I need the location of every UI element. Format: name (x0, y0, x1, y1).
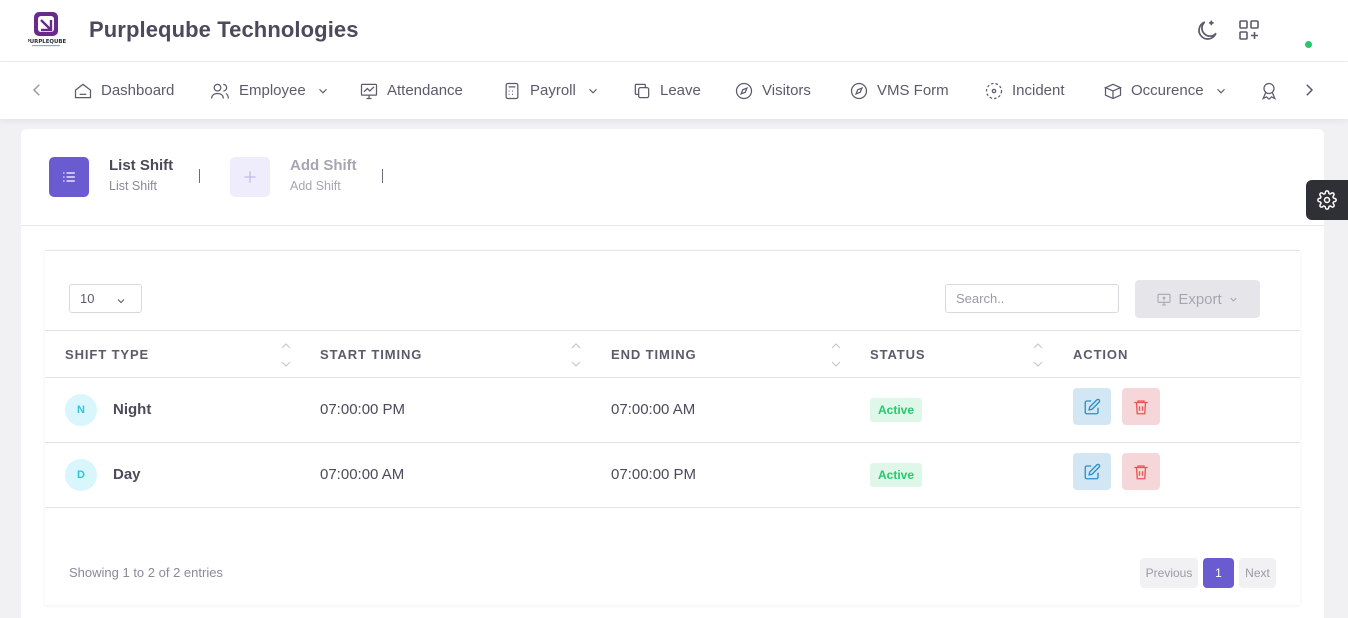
tab-divider (199, 169, 200, 183)
table-info: Showing 1 to 2 of 2 entries (69, 565, 223, 580)
export-icon (1157, 293, 1171, 306)
shift-table-card: 10 Export SHIFT TYPE START TIMING END TI… (45, 250, 1300, 605)
calculator-icon (505, 82, 519, 99)
pagination-previous[interactable]: Previous (1140, 558, 1198, 588)
nav-label: Incident (1012, 82, 1065, 99)
chevron-down-icon (1230, 297, 1237, 302)
trash-icon (1134, 464, 1148, 479)
sort-icon[interactable] (831, 343, 841, 367)
status-badge: Active (870, 463, 923, 487)
top-header: PURPLEQUBE Purpleqube Technologies (0, 0, 1348, 62)
edit-button[interactable] (1073, 388, 1111, 425)
start-timing-cell: 07:00:00 PM (320, 401, 406, 418)
list-icon (63, 172, 75, 182)
edit-icon (1084, 463, 1101, 479)
copy-icon (634, 83, 650, 98)
nav-label: Attendance (387, 82, 463, 99)
delete-button[interactable] (1122, 388, 1160, 425)
export-button[interactable]: Export (1135, 280, 1260, 318)
chevron-down-icon (588, 88, 597, 94)
status-badge: Active (870, 398, 923, 422)
column-header-shift-type[interactable]: SHIFT TYPE (65, 347, 149, 362)
customizer-settings-button[interactable] (1306, 180, 1348, 220)
tab-divider (382, 169, 383, 183)
award-icon (1261, 82, 1277, 100)
compass-icon (735, 82, 753, 99)
table-row: N Night 07:00:00 PM 07:00:00 AM Active (45, 378, 1300, 443)
nav-label: Dashboard (101, 82, 175, 99)
sort-icon[interactable] (571, 343, 581, 367)
nav-item-award[interactable] (1259, 62, 1279, 119)
tab-list-shift-button[interactable] (49, 157, 89, 197)
end-timing-cell: 07:00:00 AM (611, 401, 696, 418)
chevron-down-icon (1216, 88, 1225, 94)
column-header-start-timing[interactable]: START TIMING (320, 347, 422, 362)
column-header-action: ACTION (1073, 347, 1129, 362)
delete-button[interactable] (1122, 453, 1160, 490)
avatar: D (65, 459, 97, 491)
column-header-end-timing[interactable]: END TIMING (611, 347, 697, 362)
incident-icon (985, 82, 1003, 99)
tab-add-shift-title[interactable]: Add Shift (290, 157, 357, 174)
nav-item-vms-form[interactable]: VMS Form (849, 62, 949, 119)
dark-mode-moon-icon[interactable] (1194, 18, 1220, 44)
shift-type-cell: Day (113, 466, 141, 483)
nav-item-occurence[interactable]: Occurence (1103, 62, 1228, 119)
home-icon (74, 83, 92, 98)
chevron-down-icon (117, 299, 125, 304)
trash-icon (1134, 399, 1148, 414)
tab-list-shift-title[interactable]: List Shift (109, 157, 173, 174)
sort-icon[interactable] (1033, 343, 1043, 367)
compass-icon (850, 82, 868, 99)
page-length-value: 10 (80, 291, 95, 306)
export-label: Export (1178, 290, 1222, 308)
apps-grid-icon[interactable] (1237, 18, 1263, 44)
tab-add-shift-subtitle: Add Shift (290, 179, 341, 193)
nav-label: Visitors (762, 82, 811, 99)
nav-label: Leave (660, 82, 701, 99)
plus-icon (244, 171, 256, 183)
nav-label: Employee (239, 82, 306, 99)
boxes-icon (1103, 83, 1123, 99)
table-row: D Day 07:00:00 AM 07:00:00 PM Active (45, 443, 1300, 508)
tab-add-shift-button[interactable] (230, 157, 270, 197)
nav-item-employee[interactable]: Employee (209, 62, 330, 119)
nav-item-payroll[interactable]: Payroll (502, 62, 600, 119)
users-icon (211, 83, 229, 99)
shift-type-cell: Night (113, 401, 152, 418)
edit-icon (1084, 398, 1101, 414)
sort-icon[interactable] (281, 343, 291, 367)
table-header: SHIFT TYPE START TIMING END TIMING STATU… (45, 330, 1300, 378)
nav-scroll-left-icon[interactable] (28, 81, 46, 99)
main-nav: Dashboard Employee Attendance Payroll Le… (0, 62, 1348, 119)
page-length-select[interactable]: 10 (69, 284, 142, 313)
nav-label: Occurence (1131, 82, 1204, 99)
nav-item-incident[interactable]: Incident (984, 62, 1065, 119)
online-status-dot (1305, 41, 1312, 48)
company-logo[interactable]: PURPLEQUBE (26, 10, 66, 50)
nav-scroll-right-icon[interactable] (1300, 81, 1318, 99)
tab-list-shift-subtitle: List Shift (109, 179, 157, 193)
nav-label: Payroll (530, 82, 576, 99)
nav-item-visitors[interactable]: Visitors (734, 62, 811, 119)
start-timing-cell: 07:00:00 AM (320, 466, 405, 483)
nav-item-attendance[interactable]: Attendance (359, 62, 463, 119)
avatar: N (65, 394, 97, 426)
chevron-down-icon (318, 88, 327, 94)
pagination-page-1[interactable]: 1 (1203, 558, 1234, 588)
end-timing-cell: 07:00:00 PM (611, 466, 697, 483)
svg-text:PURPLEQUBE: PURPLEQUBE (28, 39, 66, 45)
company-name: Purpleqube Technologies (89, 17, 359, 42)
nav-item-dashboard[interactable]: Dashboard (73, 62, 174, 119)
nav-label: VMS Form (877, 82, 949, 99)
column-header-status[interactable]: STATUS (870, 347, 925, 362)
gear-icon (1317, 190, 1337, 210)
edit-button[interactable] (1073, 453, 1111, 490)
chart-monitor-icon (360, 83, 378, 99)
search-input[interactable] (945, 284, 1119, 313)
pagination-next[interactable]: Next (1239, 558, 1276, 588)
shift-tabs: List Shift List Shift Add Shift Add Shif… (21, 129, 1324, 226)
nav-item-leave[interactable]: Leave (632, 62, 701, 119)
